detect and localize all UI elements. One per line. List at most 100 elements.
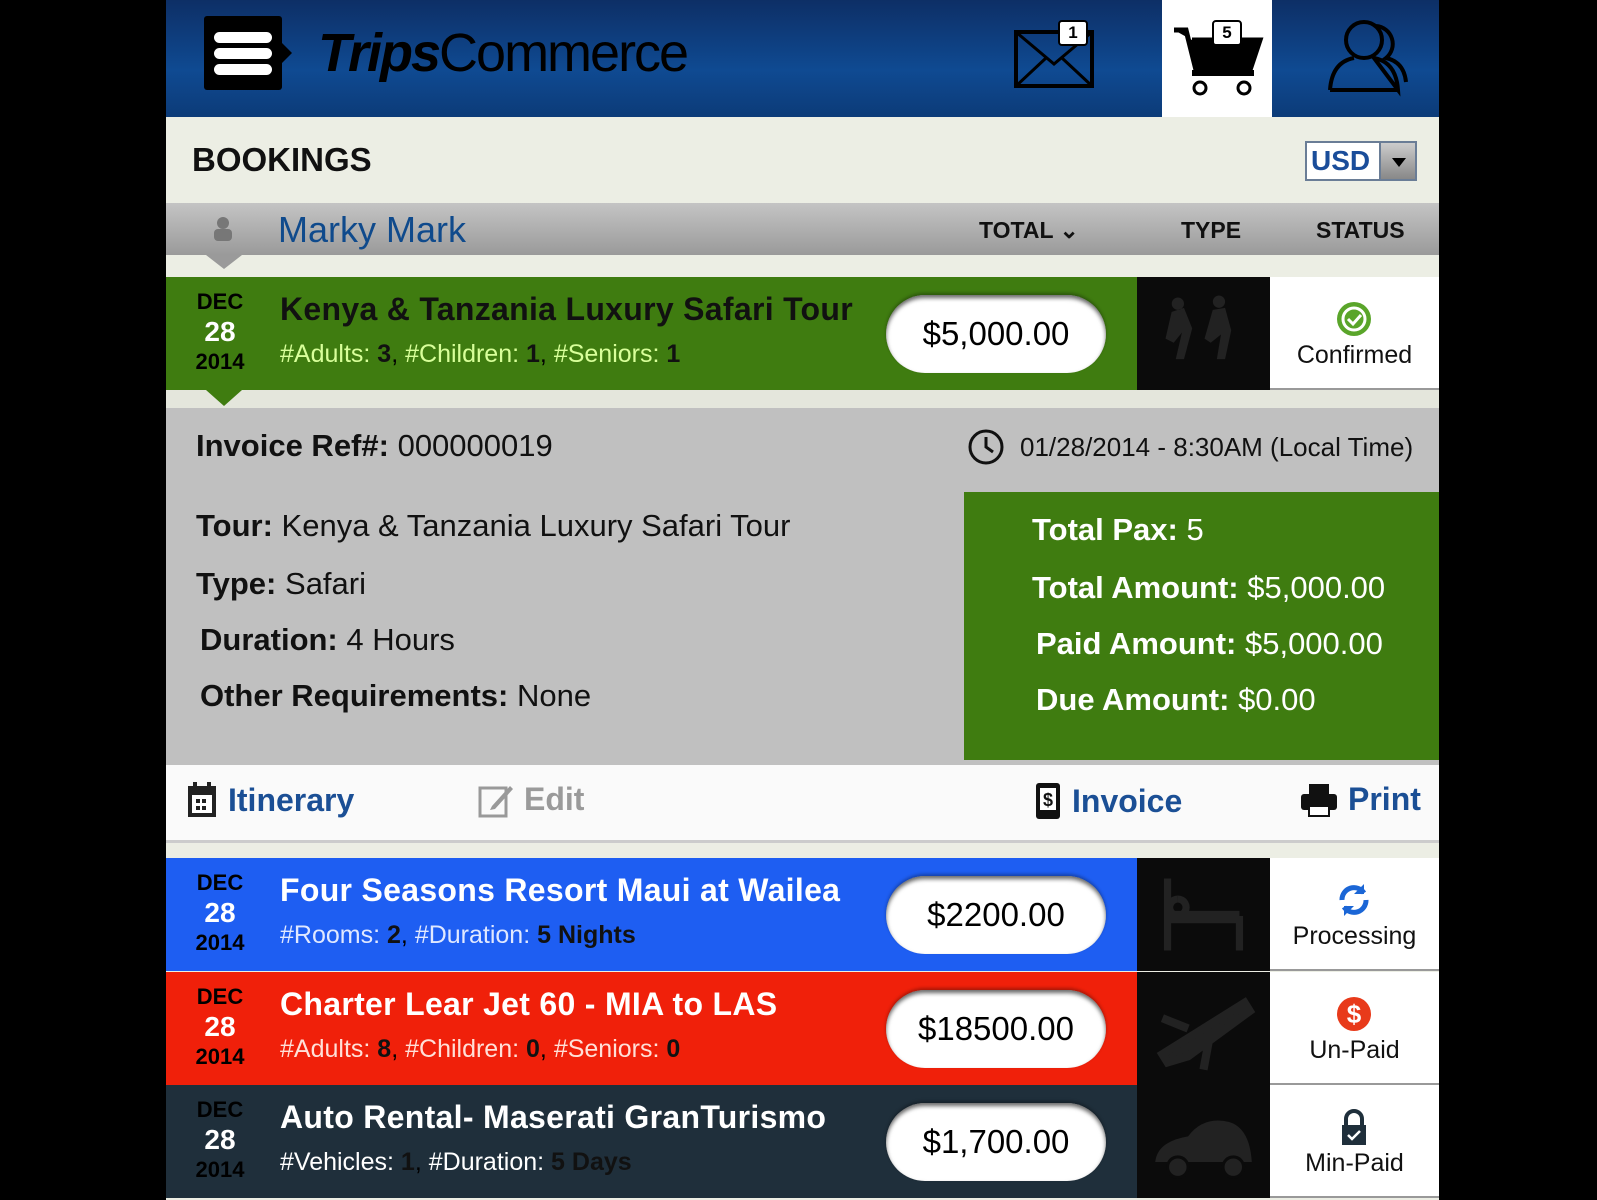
- cart-icon: [1174, 27, 1264, 96]
- detail-value: 5 Nights: [537, 921, 636, 949]
- chevron-down-icon: [1379, 143, 1415, 179]
- bookings-bar: BOOKINGS USD: [166, 117, 1439, 203]
- check-badge-icon: [1337, 302, 1371, 336]
- tour-label: Tour:: [196, 508, 273, 543]
- svg-text:$: $: [1043, 790, 1053, 810]
- detail-value: 1: [526, 340, 540, 368]
- total-value: $5,000.00: [1247, 570, 1386, 605]
- detail-value: 2: [387, 921, 401, 949]
- status-badge: Processing: [1270, 858, 1439, 971]
- paid-value: $5,000.00: [1244, 626, 1383, 661]
- date-day: 28: [204, 897, 236, 928]
- print-button[interactable]: Print: [1300, 781, 1421, 818]
- type-value: Safari: [285, 566, 366, 601]
- car-icon: [1155, 1120, 1252, 1179]
- status-badge: Confirmed: [1270, 277, 1439, 390]
- user-bar: Marky Mark TOTAL ⌄ TYPE STATUS: [166, 203, 1439, 269]
- logo-commerce: Commerce: [439, 23, 689, 83]
- invoice-label: Invoice Ref#:: [196, 428, 389, 463]
- plane-icon: [1156, 997, 1256, 1071]
- currency-select[interactable]: USD: [1305, 141, 1417, 181]
- date-day: 28: [204, 316, 236, 347]
- expanded-arrow: [206, 390, 242, 406]
- detail-label: #Vehicles:: [280, 1148, 394, 1176]
- page-title: BOOKINGS: [192, 141, 372, 178]
- status-label: Un-Paid: [1309, 1036, 1400, 1064]
- detail-label: #Seniors:: [553, 1035, 660, 1063]
- date-year: 2014: [195, 1157, 245, 1182]
- detail-label: #Children:: [405, 1035, 520, 1063]
- detail-value: 3: [377, 340, 392, 368]
- user-icon: [214, 217, 232, 241]
- divider: [166, 390, 1439, 408]
- edit-button[interactable]: Edit: [478, 781, 584, 818]
- booking-row[interactable]: DEC 28 2014 Four Seasons Resort Maui at Wa…: [166, 858, 1439, 971]
- itinerary-button[interactable]: Itinerary: [186, 781, 354, 819]
- sort-total[interactable]: TOTAL ⌄: [979, 217, 1079, 244]
- date-month: DEC: [196, 1097, 244, 1122]
- status-badge: $ Un-Paid: [1270, 972, 1439, 1085]
- booking-row[interactable]: DEC 28 2014 Kenya & Tanzania Luxury Safari…: [166, 277, 1439, 390]
- menu-button[interactable]: [204, 16, 292, 90]
- booking-title[interactable]: Kenya & Tanzania Luxury Safari Tour: [280, 291, 853, 328]
- booking-type: [1137, 858, 1270, 971]
- date-month: DEC: [196, 870, 244, 895]
- date-month: DEC: [196, 289, 244, 314]
- logo-trips: Trips: [318, 23, 441, 83]
- date-day: 28: [204, 1124, 236, 1155]
- users-icon: [1328, 20, 1408, 97]
- detail-value: 1: [400, 1148, 415, 1176]
- other-label: Other Requirements:: [200, 678, 509, 713]
- booking-title[interactable]: Auto Rental- Maserati GranTurismo: [280, 1099, 826, 1136]
- booking-price: $5,000.00: [886, 295, 1106, 373]
- detail-label: #Duration:: [414, 921, 531, 949]
- clock-icon: [968, 429, 1004, 465]
- col-total-label: TOTAL: [979, 217, 1054, 243]
- booking-type: [1137, 1085, 1270, 1198]
- dollar-icon: $: [1337, 997, 1371, 1031]
- booking-price: $1,700.00: [886, 1103, 1106, 1181]
- edit-label: Edit: [524, 781, 585, 817]
- booking-title[interactable]: Four Seasons Resort Maui at Wailea: [280, 872, 840, 909]
- detail-label: #Duration:: [428, 1148, 545, 1176]
- booking-datetime: 01/28/2014 - 8:30AM (Local Time): [1020, 432, 1414, 462]
- paid-label: Paid Amount:: [1036, 626, 1237, 661]
- cart-count-badge: 5: [1212, 20, 1242, 46]
- account-button[interactable]: [1306, 0, 1416, 117]
- col-type[interactable]: TYPE: [1181, 217, 1241, 244]
- tour-line: Tour: Kenya & Tanzania Luxury Safari Tou…: [196, 508, 790, 544]
- invoice-value: 000000019: [397, 428, 553, 463]
- itinerary-label: Itinerary: [228, 781, 355, 818]
- date-day: 28: [204, 1011, 236, 1042]
- user-name: Marky Mark: [278, 209, 466, 250]
- due-value: $0.00: [1238, 682, 1316, 717]
- duration-line: Duration: 4 Hours: [200, 622, 455, 658]
- invoice-icon: $: [1036, 783, 1060, 819]
- cart-button[interactable]: 5: [1162, 0, 1272, 117]
- other-value: None: [516, 678, 592, 713]
- mail-count-badge: 1: [1058, 20, 1088, 46]
- total-amount: Total Amount: $5,000.00: [1032, 570, 1385, 606]
- total-label: Total Amount:: [1032, 570, 1239, 605]
- detail-label: #Adults:: [280, 1035, 371, 1063]
- booking-row[interactable]: DEC 28 2014 Charter Lear Jet 60 - MIA to L…: [166, 972, 1439, 1085]
- action-bar: Itinerary Edit $ Invoice Print: [166, 765, 1439, 843]
- detail-value: 8: [377, 1035, 392, 1063]
- hiking-icon: [1165, 295, 1232, 360]
- currency-value: USD: [1311, 145, 1371, 176]
- booking-title[interactable]: Charter Lear Jet 60 - MIA to LAS: [280, 986, 777, 1023]
- col-status[interactable]: STATUS: [1316, 217, 1405, 244]
- status-label: Confirmed: [1296, 341, 1413, 369]
- detail-value: 0: [526, 1035, 540, 1063]
- invoice-ref: Invoice Ref#: 000000019: [196, 428, 553, 464]
- date-month: DEC: [196, 984, 244, 1009]
- due-amount: Due Amount: $0.00: [1036, 682, 1316, 718]
- invoice-button[interactable]: $ Invoice: [1034, 781, 1182, 821]
- invoice-label: Invoice: [1072, 782, 1183, 819]
- booking-details-summary: #Vehicles: 1, #Duration: 5 Days: [280, 1148, 632, 1176]
- tour-value: Kenya & Tanzania Luxury Safari Tour: [281, 508, 791, 543]
- detail-label: #Seniors:: [553, 340, 660, 368]
- date-year: 2014: [195, 1044, 245, 1069]
- booking-row[interactable]: DEC 28 2014 Auto Rental- Maserati GranTuri…: [166, 1085, 1439, 1198]
- mail-button[interactable]: 1: [996, 0, 1106, 117]
